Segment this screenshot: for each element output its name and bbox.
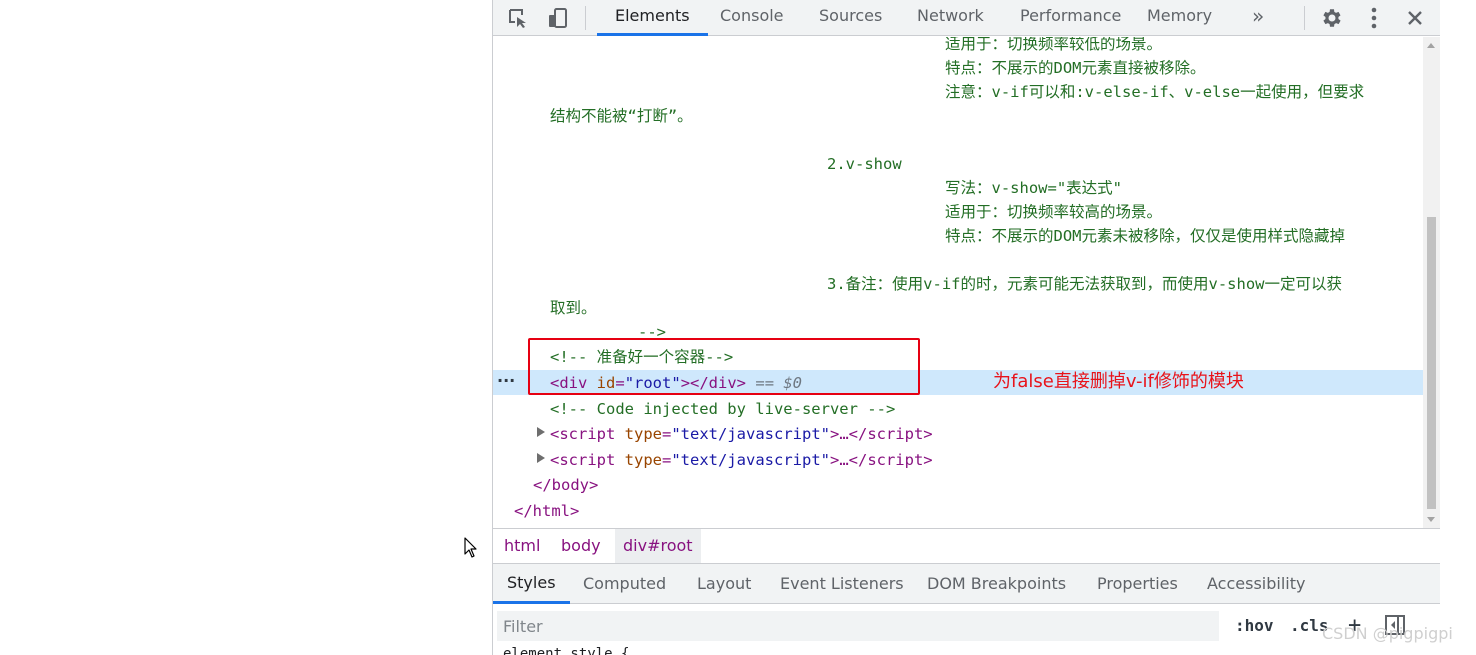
expand-triangle-icon[interactable] [537, 427, 545, 437]
breadcrumb: html body div#root [493, 528, 1440, 564]
breadcrumb-html[interactable]: html [496, 529, 548, 563]
comment-text-line: 注意：v-if可以和:v-else-if、v-else一起使用，但要求 [945, 83, 1365, 101]
comment-text-line: 3.备注：使用v-if的时，元素可能无法获取到，而使用v-show一定可以获 [827, 275, 1342, 293]
tab-computed[interactable]: Computed [583, 564, 666, 604]
comment-text-line: 适用于：切换频率较高的场景。 [945, 203, 1163, 221]
comment-text-line: 适用于：切换频率较低的场景。 [945, 37, 1163, 53]
breadcrumb-body[interactable]: body [553, 529, 609, 563]
hover-state-toggle[interactable]: :hov [1235, 613, 1274, 639]
comment-text-line: 2.v-show [827, 155, 902, 173]
script-collapsed: >…</ [829, 451, 868, 469]
inspect-element-icon[interactable] [504, 4, 532, 32]
tab-sources[interactable]: Sources [819, 0, 882, 36]
toolbar-divider [1304, 6, 1305, 30]
attr-equals: = [662, 425, 672, 443]
tab-properties[interactable]: Properties [1097, 564, 1178, 604]
script-end-tag: script> [867, 425, 933, 443]
comment-text-line: 特点：不展示的DOM元素直接被移除。 [945, 59, 1206, 77]
scroll-down-arrow-icon[interactable] [1427, 517, 1435, 522]
more-tabs-button[interactable]: » [1252, 0, 1264, 36]
tab-memory[interactable]: Memory [1147, 0, 1212, 36]
breadcrumb-div-root[interactable]: div#root [615, 529, 701, 563]
close-icon[interactable] [1401, 4, 1429, 32]
script-open-tag: <script [550, 425, 616, 443]
annotation-text: 为false直接删掉v-if修饰的模块 [993, 371, 1244, 392]
settings-gear-icon[interactable] [1318, 4, 1346, 32]
attr-equals: = [662, 451, 672, 469]
annotation-highlight-box [528, 338, 920, 395]
scroll-thumb[interactable] [1427, 217, 1436, 509]
device-toolbar-icon[interactable] [544, 4, 572, 32]
tab-console[interactable]: Console [720, 0, 784, 36]
csdn-watermark: CSDN @pigpigpi [1322, 624, 1453, 643]
live-server-comment[interactable]: <!-- Code injected by live-server --> [550, 397, 895, 421]
script-open-tag: <script [550, 451, 616, 469]
html-close-tag[interactable]: </html> [514, 499, 579, 523]
attr-value-type: "text/javascript" [671, 451, 830, 469]
script-node[interactable]: <script type="text/javascript">…</script… [550, 448, 933, 472]
comment-text-line: 取到。 [550, 299, 597, 317]
toolbar-divider [585, 6, 586, 30]
tab-network[interactable]: Network [917, 0, 984, 36]
comment-text-line: 结构不能被“打断”。 [550, 107, 693, 125]
tab-dom-breakpoints[interactable]: DOM Breakpoints [927, 564, 1066, 604]
attr-name-type: type [624, 451, 662, 469]
script-node[interactable]: <script type="text/javascript">…</script… [550, 422, 933, 446]
style-rule-partial: element.style { [503, 647, 630, 655]
tab-event-listeners[interactable]: Event Listeners [780, 564, 904, 604]
elements-scrollbar[interactable] [1423, 37, 1440, 528]
elements-dom-tree[interactable]: 适用于：切换频率较低的场景。 特点：不展示的DOM元素直接被移除。 注意：v-i… [493, 37, 1423, 528]
comment-text-line: 特点：不展示的DOM元素未被移除，仅仅是使用样式隐藏掉 [945, 227, 1345, 245]
script-end-tag: script> [867, 451, 933, 469]
body-close-tag[interactable]: </body> [533, 473, 598, 497]
mouse-cursor-icon [464, 537, 477, 558]
tab-styles[interactable]: Styles [493, 564, 570, 604]
attr-name-type: type [624, 425, 662, 443]
tab-accessibility[interactable]: Accessibility [1207, 564, 1305, 604]
styles-filter-bar: :hov .cls + [493, 605, 1440, 647]
styles-subtabs: Styles Computed Layout Event Listeners D… [493, 564, 1440, 604]
more-options-icon[interactable] [1360, 4, 1388, 32]
styles-filter-input[interactable] [497, 611, 1219, 641]
script-collapsed: >…</ [829, 425, 868, 443]
expand-triangle-icon[interactable] [537, 453, 545, 463]
tab-layout[interactable]: Layout [697, 564, 751, 604]
attr-value-type: "text/javascript" [671, 425, 830, 443]
page-viewport [0, 0, 492, 655]
devtools-panel: Elements Console Sources Network Perform… [492, 0, 1440, 655]
node-actions-dots[interactable]: ··· [497, 370, 515, 395]
tab-performance[interactable]: Performance [1020, 0, 1121, 36]
devtools-toolbar: Elements Console Sources Network Perform… [493, 0, 1440, 36]
scroll-up-arrow-icon[interactable] [1427, 43, 1435, 48]
tab-elements[interactable]: Elements [597, 0, 708, 36]
comment-text-line: 写法：v-show="表达式" [945, 179, 1122, 197]
